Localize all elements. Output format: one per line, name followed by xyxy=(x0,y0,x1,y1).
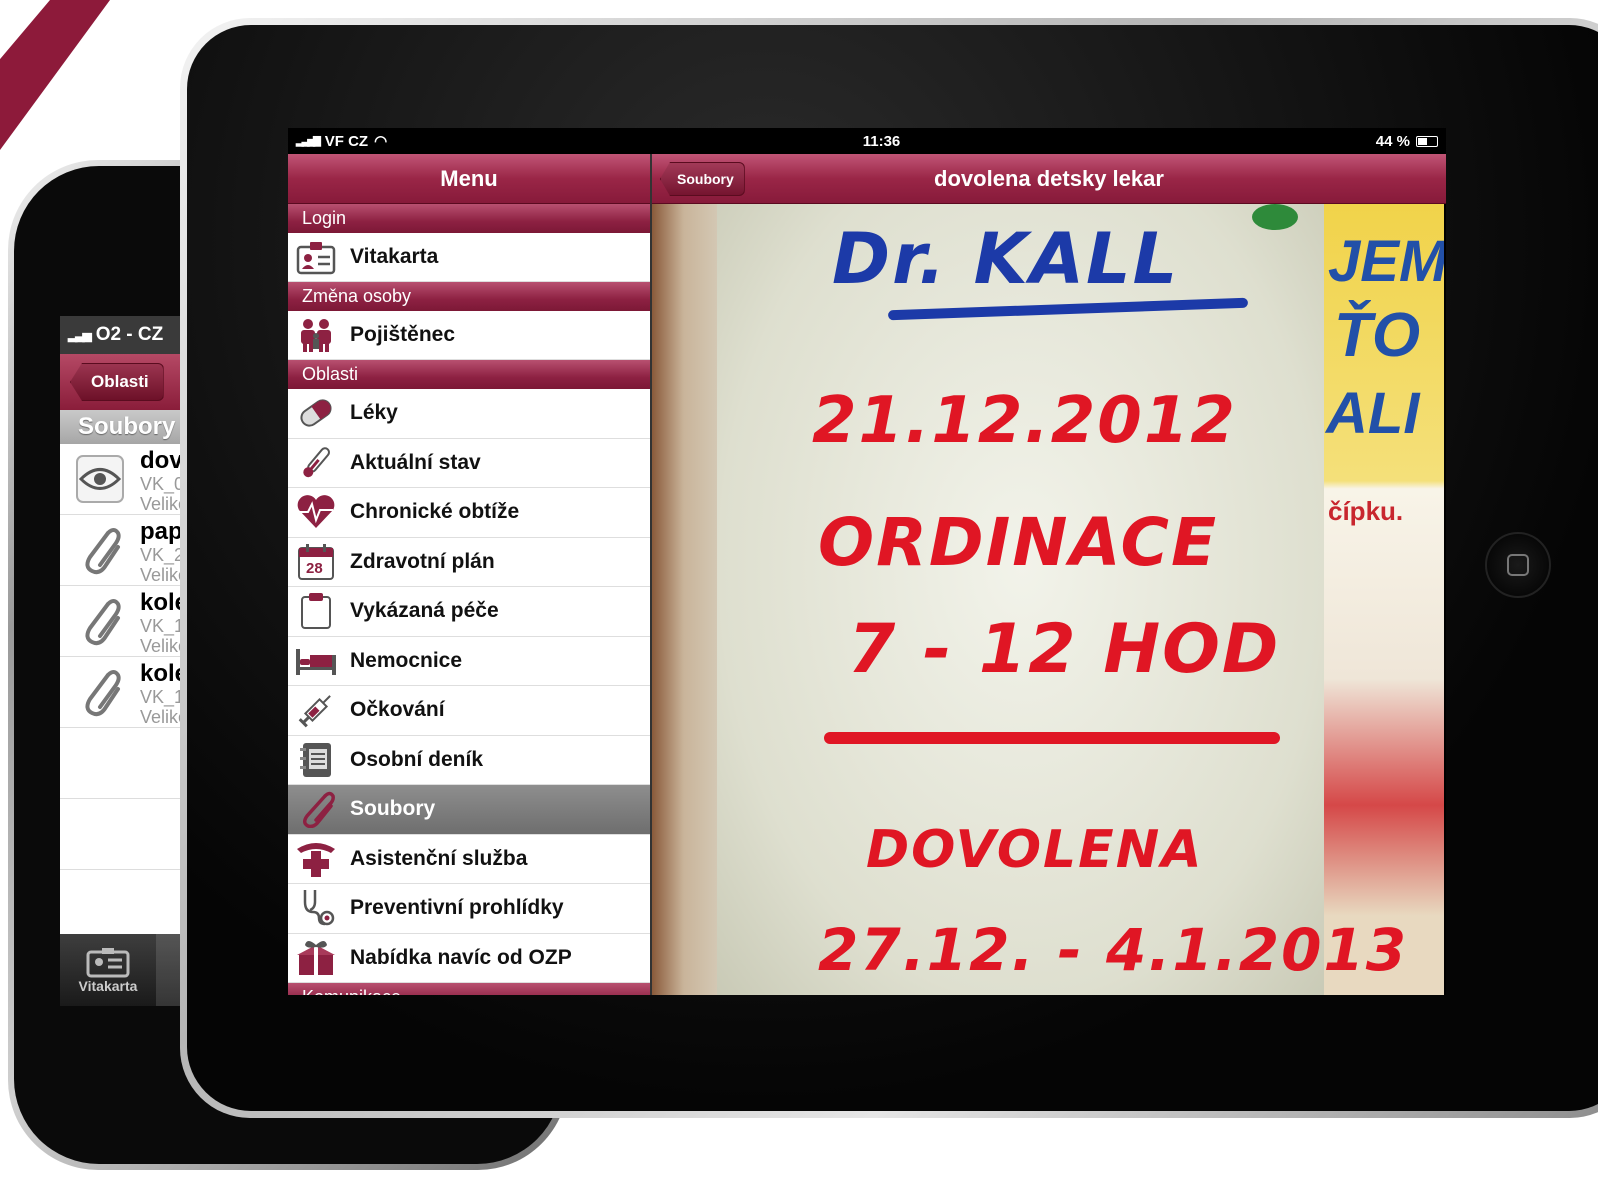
back-button[interactable]: Soubory xyxy=(660,162,745,196)
poster-text: ALI xyxy=(1326,381,1420,446)
clock: 11:36 xyxy=(862,132,901,150)
home-square-icon xyxy=(1507,554,1529,576)
eye-icon xyxy=(60,444,140,514)
handwritten-dovolena: DOVOLENA xyxy=(866,820,1204,880)
detail-panel: Soubory dovolena detsky lekar JEM ŤO ALI… xyxy=(652,154,1446,995)
detail-title: dovolena detsky lekar xyxy=(934,165,1164,191)
menu-item-vykazana-pece[interactable]: Vykázaná péče xyxy=(288,587,650,637)
home-button[interactable] xyxy=(1485,532,1551,598)
tab-label: Vitakarta xyxy=(78,978,138,994)
menu-item-label: Asistenční služba xyxy=(350,846,528,870)
id-card-icon xyxy=(288,233,344,282)
poster-text: ŤO xyxy=(1334,301,1421,370)
menu-item-label: Nemocnice xyxy=(350,648,463,672)
clipboard-icon xyxy=(288,587,344,636)
split-view: Menu Login Vitakarta Změna osoby Pojiště… xyxy=(288,154,1446,995)
gift-icon xyxy=(288,933,344,982)
wifi-icon: ◠ xyxy=(374,133,388,150)
ipad-body: ▂▃▅▇ VF CZ ◠ 11:36 44 % Menu Login Vitak… xyxy=(187,25,1598,1111)
menu-item-ockovani[interactable]: Očkování xyxy=(288,686,650,736)
menu-item-label: Preventivní prohlídky xyxy=(350,896,564,920)
menu-panel: Menu Login Vitakarta Změna osoby Pojiště… xyxy=(288,154,652,995)
red-divider xyxy=(824,732,1280,744)
push-pin xyxy=(1252,204,1298,230)
menu-item-asistencni-sluzba[interactable]: Asistenční služba xyxy=(288,834,650,884)
menu-item-label: Léky xyxy=(350,401,398,425)
id-card-icon xyxy=(86,948,130,978)
poster-text: čípku. xyxy=(1328,496,1404,526)
menu-navbar: Menu xyxy=(288,154,650,204)
menu-title: Menu xyxy=(440,165,498,191)
ipad-device: ▂▃▅▇ VF CZ ◠ 11:36 44 % Menu Login Vitak… xyxy=(180,18,1598,1118)
iphone-back-button[interactable]: Oblasti xyxy=(70,363,164,401)
menu-item-preventivni-prohlidky[interactable]: Preventivní prohlídky xyxy=(288,884,650,934)
menu-item-zdravotni-plan[interactable]: 28 Zdravotní plán xyxy=(288,537,650,587)
pill-icon xyxy=(288,389,344,438)
paperclip-icon xyxy=(60,515,140,585)
poster: JEM ŤO ALI čípku. xyxy=(1324,204,1444,995)
handwritten-hours: 7 - 12 HOD xyxy=(848,610,1281,689)
menu-item-label: Soubory xyxy=(350,797,436,821)
section-header-zmena-osoby: Změna osoby xyxy=(288,282,650,311)
menu-item-osobni-denik[interactable]: Osobní deník xyxy=(288,735,650,785)
thermometer-icon xyxy=(288,438,344,487)
carrier: VF CZ xyxy=(324,132,369,150)
calendar-day: 28 xyxy=(306,560,323,578)
calendar-icon: 28 xyxy=(288,537,344,586)
iphone-carrier: O2 - CZ xyxy=(95,324,164,345)
signal-icon: ▂▃▅ xyxy=(68,328,92,342)
battery-percent: 44 % xyxy=(1375,132,1410,150)
attached-photo[interactable]: JEM ŤO ALI čípku. Dr. KALL 21.12.2012 OR… xyxy=(652,204,1444,995)
paperclip-icon xyxy=(288,785,344,834)
notebook-icon xyxy=(288,735,344,784)
ipad-screen: ▂▃▅▇ VF CZ ◠ 11:36 44 % Menu Login Vitak… xyxy=(288,128,1446,995)
paperclip-icon xyxy=(60,586,140,656)
signal-icon: ▂▃▅▇ xyxy=(296,135,321,147)
handwritten-ordinace: ORDINACE xyxy=(818,504,1219,581)
menu-item-leky[interactable]: Léky xyxy=(288,389,650,439)
handwritten-date: 21.12.2012 xyxy=(812,384,1237,458)
medical-cross-phone-icon xyxy=(288,834,344,883)
menu-item-label: Vykázaná péče xyxy=(350,599,499,623)
stage: ▂▃▅ O2 - CZ Oblasti Soubory dov VK_0 Vel… xyxy=(0,0,1598,1182)
heart-icon xyxy=(288,488,344,537)
menu-item-nemocnice[interactable]: Nemocnice xyxy=(288,636,650,686)
people-icon xyxy=(288,311,344,360)
status-bar: ▂▃▅▇ VF CZ ◠ 11:36 44 % xyxy=(288,128,1446,154)
menu-item-label: Nabídka navíc od OZP xyxy=(350,945,572,969)
bed-icon xyxy=(288,636,344,685)
handwritten-doctor-name: Dr. KALL xyxy=(832,218,1180,300)
menu-item-aktualni-stav[interactable]: Aktuální stav xyxy=(288,438,650,488)
logo-swoosh-icon xyxy=(0,0,110,150)
menu-item-label: Zdravotní plán xyxy=(350,549,495,573)
handwritten-vacation-dates: 27.12. - 4.1.2013 xyxy=(818,916,1409,984)
detail-navbar: Soubory dovolena detsky lekar xyxy=(652,154,1446,204)
paperclip-icon xyxy=(60,657,140,727)
menu-item-soubory[interactable]: Soubory xyxy=(288,785,650,835)
stethoscope-icon xyxy=(288,884,344,933)
menu-item-chronicke-obtize[interactable]: Chronické obtíže xyxy=(288,488,650,538)
section-header-oblasti: Oblasti xyxy=(288,360,650,389)
menu-item-label: Pojištěnec xyxy=(350,323,456,346)
menu-item-pojistenec[interactable]: Pojištěnec xyxy=(288,311,650,360)
battery-icon xyxy=(1415,135,1438,147)
menu-item-nabidka-navic[interactable]: Nabídka navíc od OZP xyxy=(288,933,650,983)
menu-item-label: Aktuální stav xyxy=(350,450,481,474)
menu-item-label: Chronické obtíže xyxy=(350,500,520,524)
menu-item-vitakarta[interactable]: Vitakarta xyxy=(288,233,650,282)
section-header-komunikace: Komunikace xyxy=(288,983,650,995)
menu-item-label: Očkování xyxy=(350,698,445,722)
menu-item-label: Osobní deník xyxy=(350,747,484,771)
menu-item-label: Vitakarta xyxy=(350,245,439,268)
tab-vitakarta[interactable]: Vitakarta xyxy=(60,934,156,1006)
poster-text: JEM xyxy=(1328,229,1444,294)
syringe-icon xyxy=(288,686,344,735)
section-header-login: Login xyxy=(288,204,650,233)
